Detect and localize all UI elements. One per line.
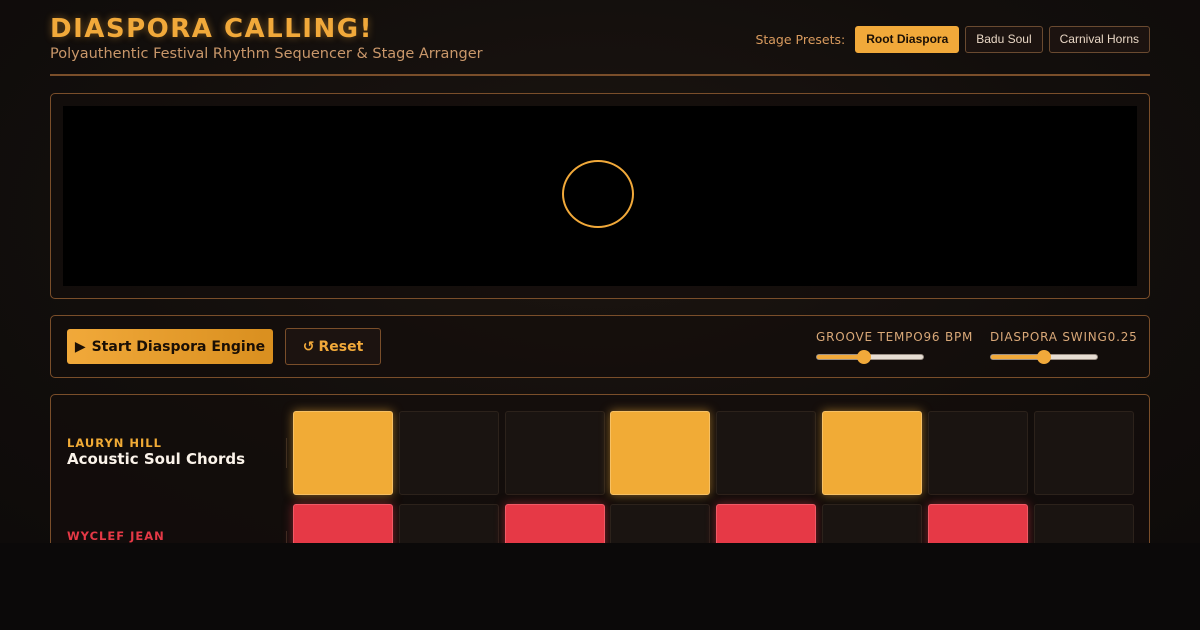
track-info: LAURYN HILL Acoustic Soul Chords <box>67 411 277 495</box>
tempo-control: GROOVE TEMPO96 BPM <box>816 330 974 364</box>
step-pad-6[interactable] <box>822 411 922 495</box>
step-pad-7[interactable] <box>928 504 1028 543</box>
step-pad-3[interactable] <box>505 504 605 543</box>
step-pad-4[interactable] <box>610 504 710 543</box>
app-viewport: DIASPORA CALLING! Polyauthentic Festival… <box>0 0 1200 543</box>
swing-control: DIASPORA SWING0.25 <box>990 330 1138 364</box>
step-pad-5[interactable] <box>716 504 816 543</box>
track-artist: WYCLEF JEAN <box>67 529 165 543</box>
track-part: Acoustic Soul Chords <box>67 450 246 468</box>
track-artist: LAURYN HILL <box>67 436 162 450</box>
swing-slider[interactable] <box>990 350 1098 364</box>
stage-panel <box>50 93 1150 299</box>
track-divider <box>286 531 287 543</box>
step-pad-3[interactable] <box>505 411 605 495</box>
step-pad-4[interactable] <box>610 411 710 495</box>
step-pad-2[interactable] <box>399 411 499 495</box>
swing-slider-thumb[interactable] <box>1037 350 1051 364</box>
tempo-slider[interactable] <box>816 350 924 364</box>
preset-carnival-horns-button[interactable]: Carnival Horns <box>1048 26 1150 53</box>
play-icon: ▶ <box>74 338 86 355</box>
page-footer-area <box>0 543 1200 630</box>
stage-ring-icon <box>562 160 634 228</box>
sequencer-grid: LAURYN HILL Acoustic Soul Chords WYCLEF … <box>50 394 1150 543</box>
track-divider <box>286 438 287 468</box>
step-pad-1[interactable] <box>293 411 393 495</box>
reset-icon: ↺ <box>302 338 315 355</box>
step-pad-8[interactable] <box>1034 504 1134 543</box>
app-title: DIASPORA CALLING! <box>50 14 373 44</box>
start-engine-label: Start Diaspora Engine <box>91 338 266 355</box>
step-pad-6[interactable] <box>822 504 922 543</box>
stage-presets: Stage Presets: Root Diaspora Badu Soul C… <box>755 26 1150 53</box>
stage-visualizer-canvas <box>63 106 1137 286</box>
reset-label: Reset <box>318 338 364 355</box>
track-row: WYCLEF JEAN <box>51 504 1151 543</box>
tempo-slider-thumb[interactable] <box>856 350 871 364</box>
step-pad-5[interactable] <box>716 411 816 495</box>
stage-presets-label: Stage Presets: <box>755 32 846 47</box>
start-engine-button[interactable]: ▶ Start Diaspora Engine <box>67 329 273 364</box>
step-pad-8[interactable] <box>1034 411 1134 495</box>
reset-button[interactable]: ↺ Reset <box>285 328 381 365</box>
preset-root-diaspora-button[interactable]: Root Diaspora <box>855 26 960 53</box>
step-pad-1[interactable] <box>293 504 393 543</box>
step-pad-2[interactable] <box>399 504 499 543</box>
swing-label: DIASPORA SWING0.25 <box>990 330 1138 344</box>
step-pad-7[interactable] <box>928 411 1028 495</box>
track-row: LAURYN HILL Acoustic Soul Chords <box>51 411 1151 495</box>
app-subtitle: Polyauthentic Festival Rhythm Sequencer … <box>50 46 483 62</box>
track-info: WYCLEF JEAN <box>67 504 277 543</box>
tempo-value: 96 BPM <box>923 330 974 344</box>
preset-badu-soul-button[interactable]: Badu Soul <box>965 26 1043 53</box>
swing-value: 0.25 <box>1107 330 1138 344</box>
transport-controls: ▶ Start Diaspora Engine ↺ Reset GROOVE T… <box>50 315 1150 378</box>
tempo-label: GROOVE TEMPO96 BPM <box>816 330 974 344</box>
app-header: DIASPORA CALLING! Polyauthentic Festival… <box>50 12 1150 76</box>
